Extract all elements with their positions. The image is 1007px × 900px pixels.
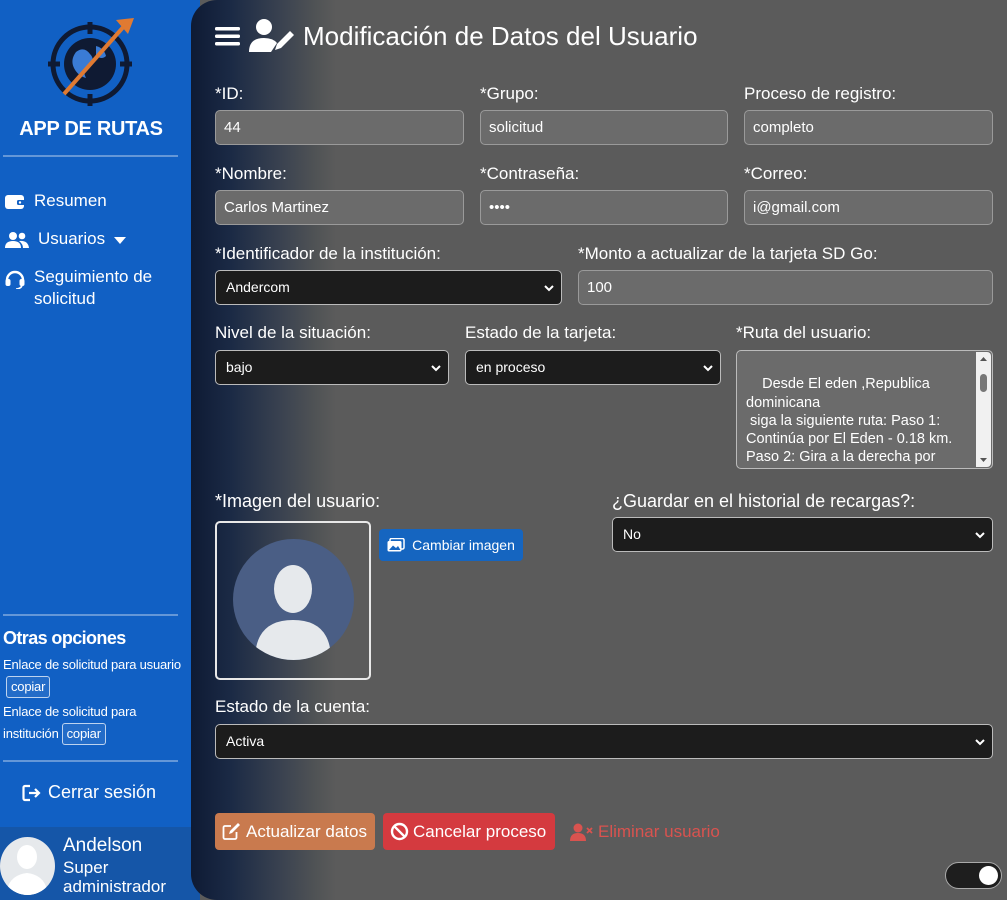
sidebar-item-label: Seguimiento de solicitud <box>34 267 153 308</box>
link-usuario-label: Enlace de solicitud para usuario <box>3 657 181 672</box>
globe-logo-icon <box>48 16 138 106</box>
sidebar-divider <box>3 155 178 157</box>
imagen-label: *Imagen del usuario: <box>215 491 381 511</box>
cancel-button[interactable]: Cancelar proceso <box>383 813 555 850</box>
sidebar-item-label: Usuarios <box>38 229 106 248</box>
user-image-frame <box>215 521 371 680</box>
estado-cuenta-value: Activa <box>226 733 265 749</box>
edit-icon <box>222 822 240 840</box>
copy-usuario-button[interactable]: copiar <box>6 676 51 698</box>
correo-field[interactable]: i@gmail.com <box>744 190 993 225</box>
sidebar-item-resumen[interactable]: Resumen <box>4 190 107 212</box>
user-name: Andelson <box>63 835 143 856</box>
change-image-button[interactable]: Cambiar imagen <box>379 529 523 561</box>
sidebar-divider <box>3 760 178 762</box>
estado-cuenta-select[interactable]: Activa <box>215 724 993 759</box>
hamburger-menu-icon[interactable] <box>215 24 241 48</box>
theme-toggle[interactable] <box>945 862 1002 889</box>
sidebar-item-label: Resumen <box>34 191 107 210</box>
toggle-knob <box>979 866 998 885</box>
user-edit-icon <box>249 19 294 52</box>
scrollbar-thumb[interactable] <box>980 374 987 392</box>
users-icon <box>5 232 29 248</box>
proceso-field[interactable]: completo <box>744 110 993 145</box>
institucion-select[interactable]: Andercom <box>215 270 562 305</box>
nombre-label: *Nombre: <box>215 164 287 183</box>
user-role: Super administrador <box>63 858 166 896</box>
institucion-value: Andercom <box>226 279 290 295</box>
historial-value: No <box>623 526 641 542</box>
user-card: Andelson Super administrador <box>0 827 200 900</box>
copy-institucion-button[interactable]: copiar <box>61 723 106 745</box>
delete-label: Eliminar usuario <box>598 821 720 841</box>
page-title-text: Modificación de Datos del Usuario <box>303 20 698 51</box>
id-field[interactable]: 44 <box>215 110 464 145</box>
contrasena-field[interactable]: •••• <box>480 190 728 225</box>
sidebar-item-seguimiento[interactable]: Seguimiento de solicitud <box>4 266 189 310</box>
grupo-label: *Grupo: <box>480 84 539 103</box>
institucion-label: *Identificador de la institución: <box>215 244 441 263</box>
wallet-icon <box>5 195 25 209</box>
scroll-up-icon[interactable] <box>976 354 991 364</box>
estado-tarjeta-value: en proceso <box>476 359 546 375</box>
correo-label: *Correo: <box>744 164 808 183</box>
historial-label: ¿Guardar en el historial de recargas?: <box>612 491 916 511</box>
grupo-field[interactable]: solicitud <box>480 110 728 145</box>
estado-tarjeta-label: Estado de la tarjeta: <box>465 323 617 342</box>
ruta-scrollbar[interactable] <box>976 352 991 467</box>
monto-label: *Monto a actualizar de la tarjeta SD Go: <box>578 244 878 263</box>
ruta-text: Desde El eden ,Republica dominicana siga… <box>746 376 953 468</box>
sidebar: APP DE RUTAS Resumen Usuarios Seguimient… <box>0 0 200 900</box>
link-solicitud-institucion: Enlace de solicitud para institución copi… <box>3 701 183 745</box>
link-solicitud-usuario: Enlace de solicitud para usuario copiar <box>3 654 183 698</box>
nivel-select[interactable]: bajo <box>215 350 449 385</box>
chevron-down-icon <box>975 739 985 746</box>
sidebar-item-usuarios[interactable]: Usuarios <box>4 228 127 250</box>
scroll-down-icon[interactable] <box>976 455 991 465</box>
proceso-label: Proceso de registro: <box>744 84 897 103</box>
nivel-label: Nivel de la situación: <box>215 323 371 342</box>
user-placeholder-image <box>233 539 354 660</box>
ban-icon <box>390 822 409 841</box>
otras-opciones-title: Otras opciones <box>3 628 126 648</box>
sidebar-divider <box>3 614 178 616</box>
chevron-down-icon <box>975 532 985 539</box>
user-remove-icon <box>570 823 593 841</box>
chevron-down-icon <box>431 365 441 372</box>
historial-select[interactable]: No <box>612 517 993 552</box>
chevron-down-icon <box>703 365 713 372</box>
images-icon <box>387 538 405 552</box>
estado-cuenta-label: Estado de la cuenta: <box>215 697 371 716</box>
estado-tarjeta-select[interactable]: en proceso <box>465 350 721 385</box>
headset-icon <box>5 270 25 289</box>
id-label: *ID: <box>215 84 244 103</box>
logout-button[interactable]: Cerrar sesión <box>22 782 156 803</box>
change-image-label: Cambiar imagen <box>412 537 515 553</box>
sign-out-icon <box>22 784 41 801</box>
page-title: Modificación de Datos del Usuario <box>215 18 698 54</box>
logout-label: Cerrar sesión <box>48 782 157 802</box>
main-panel: Modificación de Datos del Usuario *ID: 4… <box>191 0 1007 900</box>
delete-user-button[interactable]: Eliminar usuario <box>563 813 733 850</box>
update-button[interactable]: Actualizar datos <box>215 813 375 850</box>
app-title: APP DE RUTAS <box>19 118 163 140</box>
ruta-textarea[interactable]: Desde El eden ,Republica dominicana siga… <box>736 350 993 469</box>
nombre-field[interactable]: Carlos Martinez <box>215 190 464 225</box>
update-label: Actualizar datos <box>246 821 367 841</box>
monto-field[interactable]: 100 <box>578 270 993 305</box>
chevron-down-icon <box>544 285 554 292</box>
ruta-label: *Ruta del usuario: <box>736 323 872 342</box>
nivel-value: bajo <box>226 359 253 375</box>
avatar <box>0 837 55 895</box>
caret-down-icon <box>114 237 127 244</box>
contrasena-label: *Contraseña: <box>480 164 580 183</box>
cancel-label: Cancelar proceso <box>413 821 547 841</box>
